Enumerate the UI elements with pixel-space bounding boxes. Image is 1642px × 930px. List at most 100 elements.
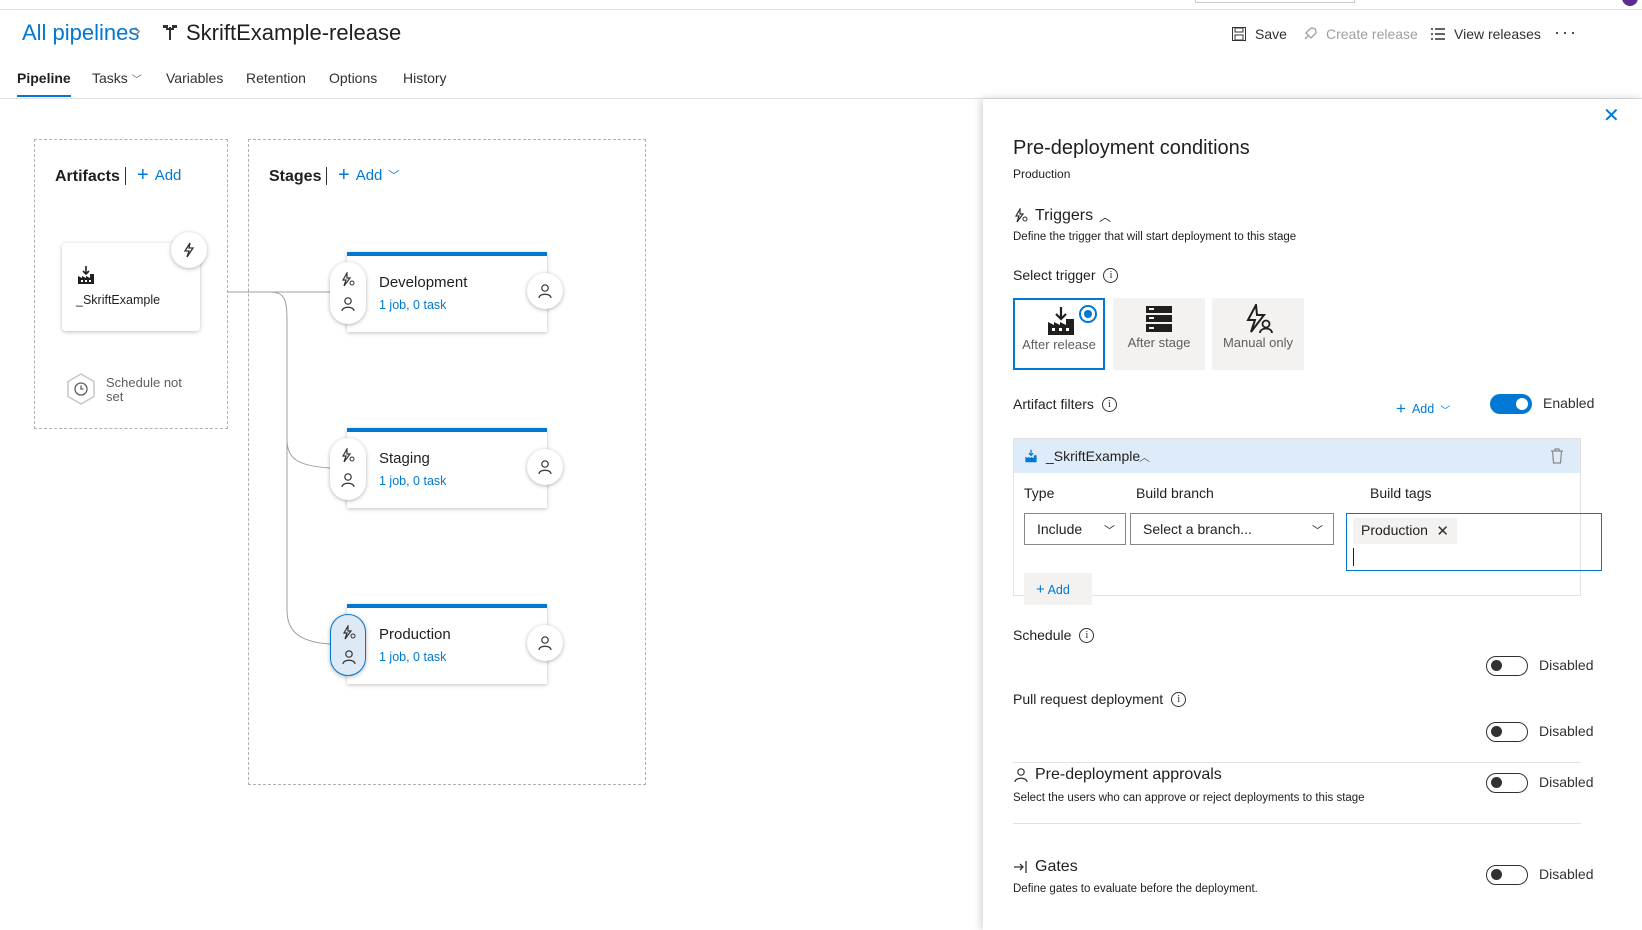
gates-state: Disabled [1539,866,1594,882]
branch-dropdown[interactable]: Select a branch... ﹀ [1130,513,1334,545]
schedule-toggle[interactable] [1486,656,1528,676]
delete-icon[interactable] [1550,448,1564,464]
artifact-filters-text: Artifact filters [1013,396,1094,412]
trigger-option-label: After stage [1127,335,1191,350]
save-label: Save [1255,26,1287,42]
stage-name: Staging [379,450,430,467]
add-stage-label: Add [355,166,383,184]
gates-heading: Gates [1035,858,1078,875]
chevron-down-icon: ﹀ [1312,525,1323,537]
person-icon [538,460,552,475]
chevron-up-icon: ︿ [1099,209,1112,224]
artifact-filter-header[interactable]: _SkriftExample ︿ [1014,439,1580,473]
top-search-stub[interactable] [1195,0,1355,3]
add-filter-row-button[interactable]: + Add [1024,573,1092,605]
gates-section[interactable]: Gates [1013,858,1078,876]
more-actions-button[interactable]: ··· [1554,22,1578,43]
info-icon[interactable]: i [1079,627,1095,643]
trigger-option-label: After release [1022,337,1096,352]
pre-deployment-conditions-production[interactable] [330,614,366,676]
save-button[interactable]: Save [1231,26,1287,42]
list-icon [1431,28,1445,40]
tag-label: Production [1361,522,1428,538]
build-artifact-icon [1048,307,1074,335]
create-release-label: Create release [1326,26,1418,42]
type-dropdown[interactable]: Include ﹀ [1024,513,1126,545]
approvals-section[interactable]: Pre-deployment approvals [1013,766,1222,784]
triggers-heading: Triggers [1035,207,1094,224]
stage-meta-link[interactable]: 1 job, 0 task [379,650,446,664]
pull-request-text: Pull request deployment [1013,691,1164,707]
pre-deployment-conditions-panel: ✕ Pre-deployment conditions Production T… [983,99,1642,930]
pre-deployment-conditions-development[interactable] [330,262,366,324]
gate-icon [1014,861,1027,873]
panel-title: Pre-deployment conditions [1013,137,1250,159]
tab-history[interactable]: History [403,70,447,86]
add-stage-button[interactable]: + Add ﹀ [338,164,400,186]
pull-request-state: Disabled [1539,723,1594,739]
schedule-text: Schedule [1013,627,1072,643]
schedule-state: Disabled [1539,657,1594,673]
stage-card-staging[interactable]: Staging 1 job, 0 task [347,428,547,508]
panel-stage-name: Production [1013,167,1071,181]
chevron-down-icon: ﹀ [1104,525,1115,537]
pull-request-label: Pull request deployment i [1013,691,1187,707]
stages-title: Stages [269,168,322,185]
select-trigger-label: Select trigger i [1013,267,1119,283]
view-releases-button[interactable]: View releases [1430,26,1541,42]
post-deployment-conditions-development[interactable] [527,273,563,309]
trigger-option-manual-only[interactable]: Manual only [1212,298,1304,370]
plus-icon: + [1396,399,1406,418]
pre-deployment-conditions-staging[interactable] [330,438,366,500]
text-caret [1353,548,1354,566]
post-deployment-conditions-staging[interactable] [527,449,563,485]
lightning-person-icon [1246,304,1273,334]
person-icon [341,473,355,488]
plus-icon: + [338,164,350,186]
build-tags-input[interactable]: Production ✕ [1346,513,1602,571]
info-icon[interactable]: i [1171,691,1187,707]
save-icon [1232,27,1246,41]
approvals-state: Disabled [1539,774,1594,790]
select-trigger-text: Select trigger [1013,267,1096,283]
info-icon[interactable]: i [1101,396,1117,412]
artifact-filters-toggle[interactable] [1490,394,1532,414]
user-avatar[interactable] [1622,0,1638,6]
branch-placeholder: Select a branch... [1143,521,1252,537]
stage-meta-link[interactable]: 1 job, 0 task [379,474,446,488]
stage-card-production[interactable]: Production 1 job, 0 task [347,604,547,684]
gates-toggle[interactable] [1486,865,1528,885]
person-icon [342,650,356,665]
triggers-section-toggle[interactable]: Triggers ︿ [1013,207,1111,225]
type-column-header: Type [1024,485,1055,501]
lightning-person-icon [342,625,356,640]
chevron-down-icon: ﹀ [1440,405,1451,417]
schedule-label: Schedule i [1013,627,1095,643]
plus-icon: + [1036,581,1045,598]
approvals-description: Select the users who can approve or reje… [1013,792,1365,804]
trigger-option-after-release[interactable]: After release [1013,298,1105,370]
lightning-person-icon [341,272,355,287]
stage-meta-link[interactable]: 1 job, 0 task [379,298,446,312]
add-filter-label: Add [1411,402,1435,416]
remove-tag-icon[interactable]: ✕ [1436,522,1449,540]
add-row-label: Add [1047,583,1070,597]
add-artifact-filter-button[interactable]: + Add ﹀ [1396,399,1450,419]
rocket-icon [1304,27,1317,40]
post-deployment-conditions-production[interactable] [527,625,563,661]
section-divider [1013,823,1581,824]
stage-card-development[interactable]: Development 1 job, 0 task [347,252,547,332]
create-release-button[interactable]: Create release [1302,26,1418,42]
stage-name: Production [379,626,451,643]
section-divider [1013,762,1581,763]
artifact-filter-card: _SkriftExample ︿ Type Build branch Build… [1013,438,1602,605]
approvals-toggle[interactable] [1486,773,1528,793]
info-icon[interactable]: i [1103,267,1119,283]
gates-description: Define gates to evaluate before the depl… [1013,883,1258,895]
branch-column-header: Build branch [1136,485,1214,501]
close-icon[interactable]: ✕ [1603,103,1620,128]
trigger-option-after-stage[interactable]: After stage [1113,298,1205,370]
chevron-down-icon: ﹀ [388,170,400,182]
artifact-filters-label: Artifact filters i [1013,396,1117,412]
pull-request-toggle[interactable] [1486,722,1528,742]
